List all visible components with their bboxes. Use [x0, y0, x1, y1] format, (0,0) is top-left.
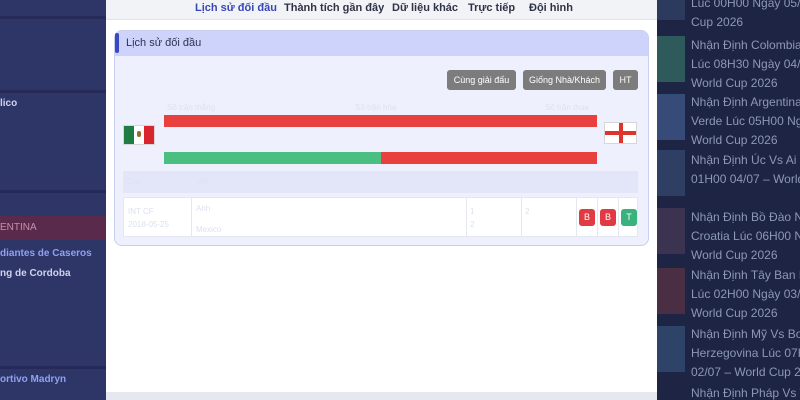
draws-label: Số trận hòa: [355, 103, 397, 112]
away-score-left: 2: [470, 220, 475, 229]
result-badge: B: [579, 209, 595, 226]
team-link[interactable]: ortivo Madryn: [0, 374, 66, 385]
wins-label: Số trận thắng: [167, 103, 216, 112]
table-row[interactable]: INT CF 2018-05-25 Anh Mexico 1 2 2 B B T: [123, 197, 638, 237]
match-tournament: INT CF: [128, 207, 154, 216]
news-thumbnail: [657, 94, 685, 140]
head-to-head-panel: Lịch sử đối đầu Cùng giải đấu Giống Nhà/…: [114, 30, 649, 246]
home-score: 1: [470, 207, 475, 216]
news-item[interactable]: Nhận Định Mỹ Vs Bos Herzegovina Lúc 07H 02…: [691, 325, 800, 382]
modal-footer: [106, 392, 657, 400]
panel-title: Lịch sử đối đầu: [126, 37, 202, 49]
column-team: Đội: [197, 177, 210, 186]
same-league-filter-button[interactable]: Cùng giải đấu: [447, 70, 516, 90]
news-thumbnail: [657, 268, 685, 314]
divider: [0, 190, 106, 193]
tab-live[interactable]: Trực tiếp: [468, 2, 515, 14]
news-item[interactable]: Nhận Định Pháp Vs T: [691, 384, 800, 400]
divider: [0, 16, 106, 19]
match-date: 2018-05-25: [128, 220, 169, 229]
stat-bar-wins: [164, 115, 597, 127]
accent-bar: [115, 33, 119, 53]
team-link[interactable]: lico: [0, 98, 17, 109]
losses-label: Số trận thua: [545, 103, 589, 112]
news-item[interactable]: Lúc 00H00 Ngày 05/0 Cup 2026: [691, 0, 800, 32]
tab-recent-form[interactable]: Thành tích gần đây: [284, 2, 384, 14]
news-thumbnail: [657, 0, 685, 20]
news-item[interactable]: Nhận Định Tây Ban N Lúc 02H00 Ngày 03/0 Wo…: [691, 266, 800, 323]
tab-lineup[interactable]: Đội hình: [529, 2, 573, 14]
match-detail-modal: Lịch sử đối đầu Thành tích gần đây Dữ li…: [106, 0, 657, 400]
team-link[interactable]: diantes de Caseros: [0, 248, 92, 259]
league-label: ENTINA: [0, 222, 37, 233]
column-league: Giải: [127, 177, 142, 186]
panel-header: Lịch sử đối đầu: [115, 31, 648, 56]
news-thumbnail: [657, 208, 685, 254]
away-team: Mexico: [196, 225, 222, 234]
tab-bar: Lịch sử đối đầu Thành tích gần đây Dữ li…: [106, 0, 657, 20]
stat-bar-goals: [164, 152, 597, 164]
home-team: Anh: [196, 204, 211, 213]
mexico-flag-icon: [123, 125, 155, 145]
news-thumbnail: [657, 326, 685, 372]
same-home-away-filter-button[interactable]: Giống Nhà/Khách: [523, 70, 606, 90]
news-item[interactable]: Nhận Định Bồ Đào Nh Croatia Lúc 06H00 N Wo…: [691, 208, 800, 265]
league-section: ENTINA: [0, 216, 106, 240]
divider: [0, 366, 106, 369]
result-badge: T: [621, 209, 637, 226]
news-thumbnail: [657, 150, 685, 196]
background-left-panel: lico ENTINA diantes de Caseros ng de Cor…: [0, 0, 106, 400]
england-flag-icon: [604, 122, 637, 144]
divider: [0, 90, 106, 93]
tab-other-data[interactable]: Dữ liệu khác: [392, 2, 458, 14]
team-link[interactable]: ng de Cordoba: [0, 268, 71, 279]
result-badge: B: [600, 209, 616, 226]
stat-bar-fill: [164, 152, 381, 164]
news-thumbnail: [657, 36, 685, 82]
half-time-filter-button[interactable]: HT: [613, 70, 638, 90]
ht-score: 2: [525, 207, 530, 216]
news-item[interactable]: Nhận Định Argentina Verde Lúc 05H00 Ngà Wo…: [691, 93, 800, 150]
news-item[interactable]: Nhận Định Colombia VLúc 08H30 Ngày 04/0W…: [691, 36, 800, 93]
match-table-header: Giải Đội: [123, 171, 638, 193]
tab-head-to-head[interactable]: Lịch sử đối đầu: [195, 2, 277, 14]
background-news-sidebar: Lúc 00H00 Ngày 05/0 Cup 2026 Nhận Định Co…: [657, 0, 800, 400]
news-item[interactable]: Nhận Định Úc Vs Ai C 01H00 04/07 – World: [691, 151, 800, 189]
